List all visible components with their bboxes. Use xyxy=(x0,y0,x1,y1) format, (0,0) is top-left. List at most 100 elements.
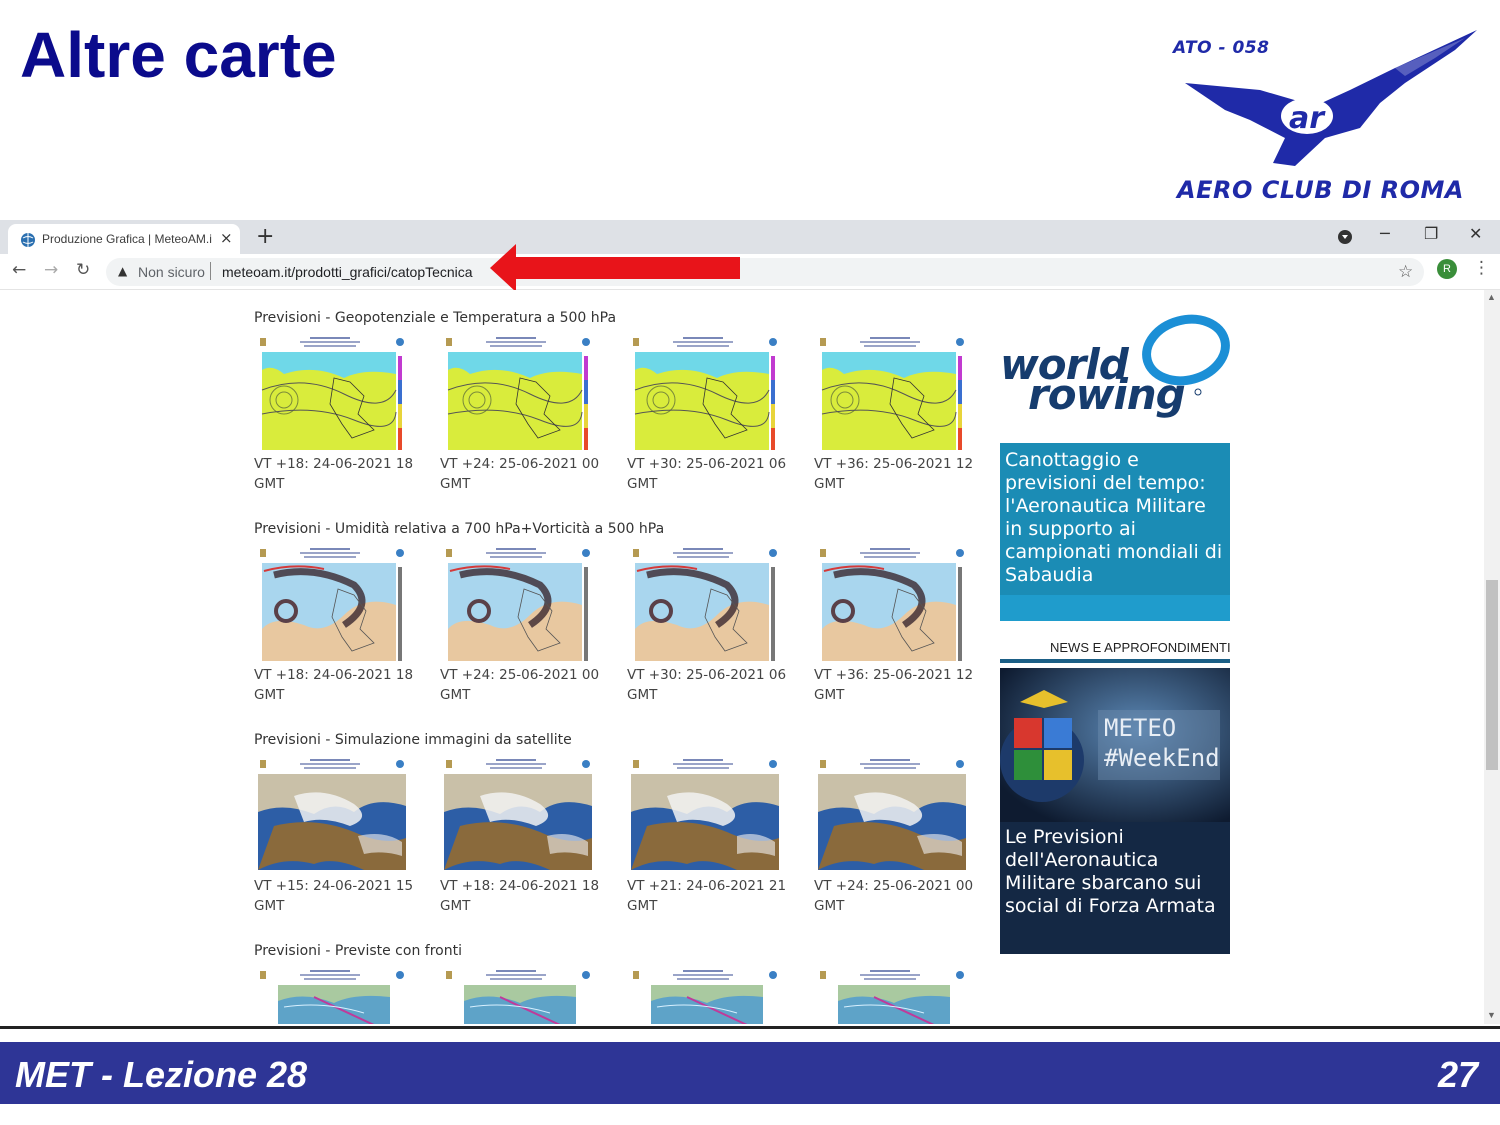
weather-map-icon xyxy=(814,545,966,663)
caption-valid-time[interactable]: VT +21: 24-06-2021 21 xyxy=(627,876,807,896)
weather-map-icon xyxy=(627,756,779,874)
map-thumbnail[interactable] xyxy=(627,756,779,874)
map-thumbnail[interactable] xyxy=(254,967,406,1024)
weather-map-icon xyxy=(814,334,966,452)
map-caption[interactable]: VT +30: 25-06-2021 06 GMT xyxy=(627,454,807,494)
profile-avatar[interactable]: R xyxy=(1437,259,1457,279)
map-thumbnail[interactable] xyxy=(627,967,779,1024)
caption-timezone[interactable]: GMT xyxy=(814,474,994,494)
scroll-up-icon[interactable]: ▲ xyxy=(1487,292,1496,302)
caption-valid-time[interactable]: VT +24: 25-06-2021 00 xyxy=(814,876,994,896)
red-arrow-annotation xyxy=(490,244,740,292)
map-thumbnail[interactable] xyxy=(440,545,592,663)
url-text[interactable]: meteoam.it/prodotti_grafici/catopTecnica xyxy=(222,264,473,280)
news-heading: NEWS E APPROFONDIMENTI xyxy=(1050,640,1231,655)
weather-map-icon xyxy=(254,967,406,1024)
caption-valid-time[interactable]: VT +18: 24-06-2021 18 xyxy=(254,454,434,474)
world-rowing-logo[interactable]: world rowing xyxy=(1000,314,1232,424)
map-thumbnail[interactable] xyxy=(814,756,966,874)
warning-icon[interactable]: ▲ xyxy=(118,264,127,278)
caption-timezone[interactable]: GMT xyxy=(440,685,620,705)
meteo-weekend-text[interactable]: Le Previsioni dell'Aeronautica Militare … xyxy=(1005,826,1227,918)
tab-close-icon[interactable]: × xyxy=(220,229,233,247)
meteo-label: METEO xyxy=(1104,714,1177,742)
weather-map-icon xyxy=(440,967,592,1024)
caption-valid-time[interactable]: VT +24: 25-06-2021 00 xyxy=(440,665,620,685)
map-thumbnail[interactable] xyxy=(254,756,406,874)
page-number: 27 xyxy=(1437,1054,1478,1095)
rowing-word: rowing xyxy=(1028,370,1186,419)
caption-valid-time[interactable]: VT +30: 25-06-2021 06 xyxy=(627,454,807,474)
aero-club-logo: ar ATO - 058 AERO CLUB DI ROMA xyxy=(1165,28,1485,213)
vertical-scrollbar[interactable]: ▲ ▼ xyxy=(1484,290,1500,1024)
caption-valid-time[interactable]: VT +15: 24-06-2021 15 xyxy=(254,876,434,896)
map-caption[interactable]: VT +24: 25-06-2021 00 GMT xyxy=(440,665,620,705)
map-caption[interactable]: VT +15: 24-06-2021 15 GMT xyxy=(254,876,434,916)
scroll-down-icon[interactable]: ▼ xyxy=(1487,1010,1496,1020)
map-thumbnail[interactable] xyxy=(440,334,592,452)
caption-valid-time[interactable]: VT +36: 25-06-2021 12 xyxy=(814,454,994,474)
map-caption[interactable]: VT +36: 25-06-2021 12 GMT xyxy=(814,454,994,494)
bookmark-star-icon[interactable]: ☆ xyxy=(1398,262,1413,282)
map-thumbnail[interactable] xyxy=(627,545,779,663)
map-thumbnail[interactable] xyxy=(440,756,592,874)
rowing-news-card[interactable]: Canottaggio e previsioni del tempo: l'Ae… xyxy=(1000,443,1230,621)
menu-icon[interactable]: ⋮ xyxy=(1473,258,1490,278)
rowing-card-band xyxy=(1000,595,1230,621)
map-thumbnail[interactable] xyxy=(254,545,406,663)
page-viewport[interactable]: Previsioni - Geopotenziale e Temperatura… xyxy=(0,290,1500,1024)
lesson-label: MET - Lezione 28 xyxy=(15,1054,308,1095)
restore-button[interactable]: ❐ xyxy=(1424,224,1438,243)
meteo-weekend-card[interactable]: METEO #WeekEnd Le Previsioni dell'Aerona… xyxy=(1000,668,1230,954)
rowing-news-text[interactable]: Canottaggio e previsioni del tempo: l'Ae… xyxy=(1005,449,1227,587)
caption-valid-time[interactable]: VT +18: 24-06-2021 18 xyxy=(254,665,434,685)
map-caption[interactable]: VT +30: 25-06-2021 06 GMT xyxy=(627,665,807,705)
caption-timezone[interactable]: GMT xyxy=(627,685,807,705)
back-icon[interactable]: ← xyxy=(12,260,26,280)
new-tab-button[interactable]: + xyxy=(256,224,274,249)
map-caption[interactable]: VT +24: 25-06-2021 00 GMT xyxy=(814,876,994,916)
map-thumbnail[interactable] xyxy=(254,334,406,452)
caption-timezone[interactable]: GMT xyxy=(440,474,620,494)
reload-icon[interactable]: ↻ xyxy=(76,260,90,280)
map-thumbnail[interactable] xyxy=(440,967,592,1024)
forward-icon[interactable]: → xyxy=(44,260,58,280)
weather-map-icon xyxy=(814,756,966,874)
caption-valid-time[interactable]: VT +36: 25-06-2021 12 xyxy=(814,665,994,685)
caption-timezone[interactable]: GMT xyxy=(254,896,434,916)
caption-timezone[interactable]: GMT xyxy=(254,685,434,705)
map-caption[interactable]: VT +24: 25-06-2021 00 GMT xyxy=(440,454,620,494)
map-caption[interactable]: VT +36: 25-06-2021 12 GMT xyxy=(814,665,994,705)
caption-timezone[interactable]: GMT xyxy=(627,896,807,916)
caption-timezone[interactable]: GMT xyxy=(627,474,807,494)
map-thumbnail[interactable] xyxy=(627,334,779,452)
media-control-icon[interactable] xyxy=(1337,229,1353,245)
tab-meteoam[interactable]: Produzione Grafica | MeteoAM.it × xyxy=(8,224,240,254)
address-separator xyxy=(210,262,211,280)
section-title: Previsioni - Simulazione immagini da sat… xyxy=(254,732,572,748)
logo-club-name: AERO CLUB DI ROMA xyxy=(1177,176,1464,204)
caption-valid-time[interactable]: VT +18: 24-06-2021 18 xyxy=(440,876,620,896)
caption-timezone[interactable]: GMT xyxy=(814,685,994,705)
caption-timezone[interactable]: GMT xyxy=(440,896,620,916)
map-thumbnail[interactable] xyxy=(814,334,966,452)
minimize-button[interactable]: ─ xyxy=(1380,224,1390,243)
map-thumbnail[interactable] xyxy=(814,545,966,663)
weekend-label: #WeekEnd xyxy=(1104,744,1220,772)
map-caption[interactable]: VT +21: 24-06-2021 21 GMT xyxy=(627,876,807,916)
weather-map-icon xyxy=(627,967,779,1024)
caption-timezone[interactable]: GMT xyxy=(254,474,434,494)
map-caption[interactable]: VT +18: 24-06-2021 18 GMT xyxy=(440,876,620,916)
map-caption[interactable]: VT +18: 24-06-2021 18 GMT xyxy=(254,665,434,705)
address-bar[interactable]: ▲ Non sicuro meteoam.it/prodotti_grafici… xyxy=(106,258,1424,286)
close-window-button[interactable]: ✕ xyxy=(1469,224,1482,243)
caption-timezone[interactable]: GMT xyxy=(814,896,994,916)
slide-footer: MET - Lezione 28 27 xyxy=(0,1042,1500,1104)
not-secure-label[interactable]: Non sicuro xyxy=(138,264,205,280)
map-caption[interactable]: VT +18: 24-06-2021 18 GMT xyxy=(254,454,434,494)
tab-bar: Produzione Grafica | MeteoAM.it × + ─ ❐ … xyxy=(0,220,1500,254)
caption-valid-time[interactable]: VT +30: 25-06-2021 06 xyxy=(627,665,807,685)
scroll-thumb[interactable] xyxy=(1486,580,1498,770)
map-thumbnail[interactable] xyxy=(814,967,966,1024)
caption-valid-time[interactable]: VT +24: 25-06-2021 00 xyxy=(440,454,620,474)
